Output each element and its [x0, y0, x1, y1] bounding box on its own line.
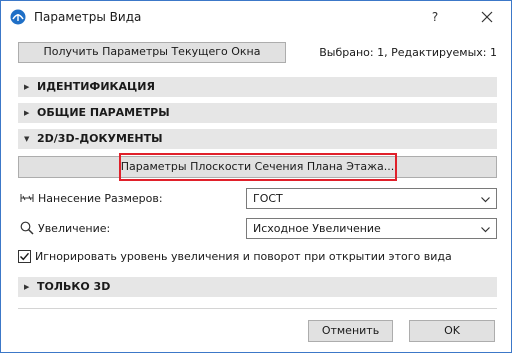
ok-button[interactable]: OK	[409, 320, 495, 342]
section-3d-only[interactable]: ▶ ТОЛЬКО 3D	[18, 277, 497, 297]
collapsed-arrow-icon: ▶	[24, 109, 30, 117]
footer-divider	[18, 308, 497, 309]
chevron-down-icon	[481, 224, 490, 233]
archicad-icon	[10, 9, 26, 25]
section-general[interactable]: ▶ ОБЩИЕ ПАРАМЕТРЫ	[18, 103, 497, 123]
checkmark-icon	[20, 252, 30, 261]
expanded-arrow-icon: ▼	[24, 135, 30, 143]
dimensioning-value: ГОСТ	[253, 192, 283, 205]
title-bar[interactable]: Параметры Вида ?	[1, 1, 511, 33]
zoom-value: Исходное Увеличение	[253, 222, 381, 235]
magnifier-icon	[20, 221, 34, 235]
ignore-zoom-checkbox[interactable]	[18, 250, 31, 263]
close-icon[interactable]	[475, 5, 499, 29]
ignore-zoom-label[interactable]: Игнорировать уровень увеличения и поворо…	[35, 250, 452, 263]
selection-info: Выбрано: 1, Редактируемых: 1	[319, 46, 497, 59]
section-label: ТОЛЬКО 3D	[37, 280, 111, 293]
help-button[interactable]: ?	[425, 7, 445, 27]
dimensioning-select[interactable]: ГОСТ	[246, 188, 497, 209]
dimension-icon	[20, 191, 34, 205]
get-current-window-params-button[interactable]: Получить Параметры Текущего Окна	[18, 42, 286, 63]
section-2d3d-docs[interactable]: ▼ 2D/3D-ДОКУМЕНТЫ	[18, 129, 497, 149]
cancel-button[interactable]: Отменить	[308, 320, 393, 342]
section-label: ИДЕНТИФИКАЦИЯ	[37, 80, 155, 93]
collapsed-arrow-icon: ▶	[24, 283, 30, 291]
section-label: 2D/3D-ДОКУМЕНТЫ	[37, 132, 163, 145]
zoom-select[interactable]: Исходное Увеличение	[246, 218, 497, 239]
highlight-annotation	[119, 153, 397, 181]
section-label: ОБЩИЕ ПАРАМЕТРЫ	[37, 106, 170, 119]
collapsed-arrow-icon: ▶	[24, 83, 30, 91]
window-title: Параметры Вида	[34, 10, 142, 24]
chevron-down-icon	[481, 194, 490, 203]
section-identification[interactable]: ▶ ИДЕНТИФИКАЦИЯ	[18, 77, 497, 97]
view-settings-dialog: Параметры Вида ? Получить Параметры Теку…	[0, 0, 512, 353]
dimensioning-label: Нанесение Размеров:	[38, 192, 163, 205]
zoom-label: Увеличение:	[38, 222, 111, 235]
